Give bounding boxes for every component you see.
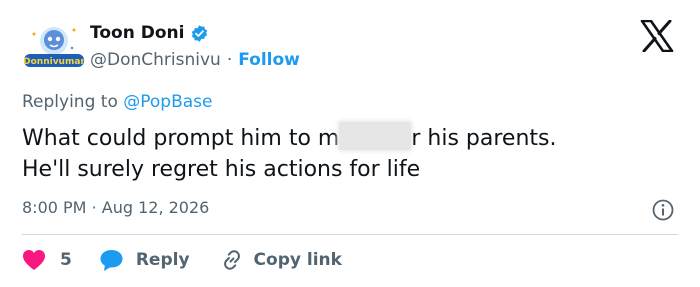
reply-bubble-icon <box>100 250 123 271</box>
tweet-timestamp[interactable]: 8:00 PM · Aug 12, 2026 <box>22 198 209 217</box>
follow-button[interactable]: Follow <box>238 50 300 70</box>
heart-icon <box>23 250 45 270</box>
name-row: Toon Doni <box>90 21 209 45</box>
copy-link-button[interactable]: Copy link <box>220 248 342 272</box>
tweet-text-part1: What could prompt him to m <box>22 126 340 151</box>
like-count: 5 <box>60 250 72 270</box>
x-logo-icon[interactable] <box>640 19 674 53</box>
action-bar: 5 Reply Copy link <box>22 246 342 274</box>
redaction-block <box>339 122 412 150</box>
reply-label: Reply <box>135 250 190 270</box>
replying-prefix: Replying to <box>22 92 118 112</box>
avatar-logo-text: Donnivumar <box>23 57 85 67</box>
tweet-text-line2: He'll surely regret his actions for life <box>22 157 421 182</box>
display-name[interactable]: Toon Doni <box>90 23 184 43</box>
handle[interactable]: @DonChrisnivu <box>90 50 221 70</box>
copy-link-label: Copy link <box>253 250 342 270</box>
like-button[interactable]: 5 <box>22 249 72 271</box>
meta-separator: · <box>91 198 97 217</box>
replying-to: Replying to @PopBase <box>22 92 212 112</box>
info-icon[interactable] <box>651 198 675 222</box>
avatar[interactable]: Donnivumar <box>22 16 86 80</box>
reply-button[interactable]: Reply <box>99 248 190 272</box>
tweet-date: Aug 12, 2026 <box>101 198 210 217</box>
tweet-time: 8:00 PM <box>22 198 87 217</box>
tweet-text-part2: r his parents. <box>411 126 557 151</box>
tweet-text: What could prompt him to m r his parents.… <box>22 122 672 185</box>
verified-badge-icon <box>190 24 209 43</box>
handle-row: @DonChrisnivu · Follow <box>90 48 300 72</box>
replying-mention[interactable]: @PopBase <box>123 92 212 112</box>
link-icon <box>223 250 240 270</box>
divider <box>22 234 678 235</box>
separator-dot: · <box>226 50 233 70</box>
